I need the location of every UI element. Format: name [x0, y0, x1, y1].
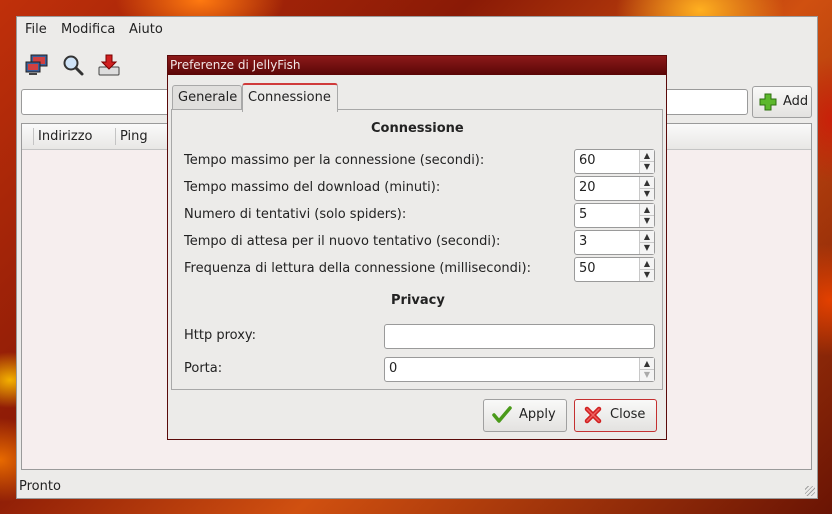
tab-general-label: Generale	[178, 90, 238, 105]
spinbox-buttons: ▲ ▼	[639, 258, 654, 281]
field-label: Numero di tentativi (solo spiders):	[184, 207, 407, 222]
chevron-down-icon[interactable]: ▼	[640, 215, 654, 226]
close-button[interactable]: Close	[574, 399, 657, 432]
spinbox-value: 0	[389, 361, 398, 376]
spinbox-buttons: ▲ ▼	[639, 358, 654, 381]
preferences-dialog: Preferenze di JellyFish Generale Conness…	[167, 55, 667, 440]
field-label: Tempo di attesa per il nuovo tentativo (…	[184, 234, 501, 249]
tab-connection[interactable]: Connessione	[242, 83, 338, 112]
chevron-down-icon[interactable]: ▼	[640, 369, 654, 380]
proxy-input[interactable]	[384, 324, 655, 349]
column-separator	[115, 128, 116, 145]
timeout-connection-spinbox[interactable]: 60 ▲ ▼	[574, 149, 655, 174]
spinbox-value: 50	[579, 261, 596, 276]
retries-spinbox[interactable]: 5 ▲ ▼	[574, 203, 655, 228]
spinbox-value: 3	[579, 234, 588, 249]
port-spinbox[interactable]: 0 ▲ ▼	[384, 357, 655, 382]
port-label: Porta:	[184, 361, 223, 376]
close-icon	[583, 405, 603, 425]
apply-button-label: Apply	[519, 407, 556, 422]
field-label: Frequenza di lettura della connessione (…	[184, 261, 531, 276]
statusbar: Pronto	[17, 476, 817, 498]
tab-connection-label: Connessione	[248, 90, 331, 105]
read-frequency-spinbox[interactable]: 50 ▲ ▼	[574, 257, 655, 282]
dialog-titlebar[interactable]: Preferenze di JellyFish	[168, 56, 666, 75]
spinbox-buttons: ▲ ▼	[639, 177, 654, 200]
status-text: Pronto	[19, 479, 61, 494]
spinbox-buttons: ▲ ▼	[639, 231, 654, 254]
spinbox-buttons: ▲ ▼	[639, 204, 654, 227]
column-address[interactable]: Indirizzo	[38, 129, 93, 144]
proxy-label: Http proxy:	[184, 328, 257, 343]
connection-panel: Connessione Tempo massimo per la conness…	[171, 109, 663, 390]
menubar: File Modifica Aiuto	[17, 17, 817, 43]
field-label: Tempo massimo per la connessione (second…	[184, 153, 485, 168]
menu-edit[interactable]: Modifica	[61, 22, 115, 37]
field-label: Tempo massimo del download (minuti):	[184, 180, 441, 195]
menu-file[interactable]: File	[25, 22, 47, 37]
column-ping[interactable]: Ping	[120, 129, 148, 144]
close-button-label: Close	[610, 407, 646, 422]
menu-help[interactable]: Aiuto	[129, 22, 163, 37]
chevron-down-icon[interactable]: ▼	[640, 269, 654, 280]
chevron-down-icon[interactable]: ▼	[640, 161, 654, 172]
resize-grip[interactable]	[805, 486, 815, 496]
add-button[interactable]: Add	[752, 86, 812, 118]
privacy-heading: Privacy	[391, 293, 445, 308]
chevron-down-icon[interactable]: ▼	[640, 242, 654, 253]
plus-icon	[759, 93, 777, 111]
tab-general[interactable]: Generale	[172, 85, 242, 110]
search-icon[interactable]	[61, 53, 85, 77]
network-icon[interactable]	[25, 53, 49, 77]
spinbox-value: 20	[579, 180, 596, 195]
dialog-title: Preferenze di JellyFish	[170, 58, 301, 72]
apply-button[interactable]: Apply	[483, 399, 567, 432]
timeout-download-spinbox[interactable]: 20 ▲ ▼	[574, 176, 655, 201]
checkmark-icon	[492, 405, 512, 425]
column-separator	[33, 128, 34, 145]
spinbox-value: 5	[579, 207, 588, 222]
add-button-label: Add	[783, 94, 809, 109]
chevron-down-icon[interactable]: ▼	[640, 188, 654, 199]
connection-heading: Connessione	[371, 121, 464, 136]
spinbox-value: 60	[579, 153, 596, 168]
download-icon[interactable]	[97, 53, 121, 77]
retry-wait-spinbox[interactable]: 3 ▲ ▼	[574, 230, 655, 255]
spinbox-buttons: ▲ ▼	[639, 150, 654, 173]
